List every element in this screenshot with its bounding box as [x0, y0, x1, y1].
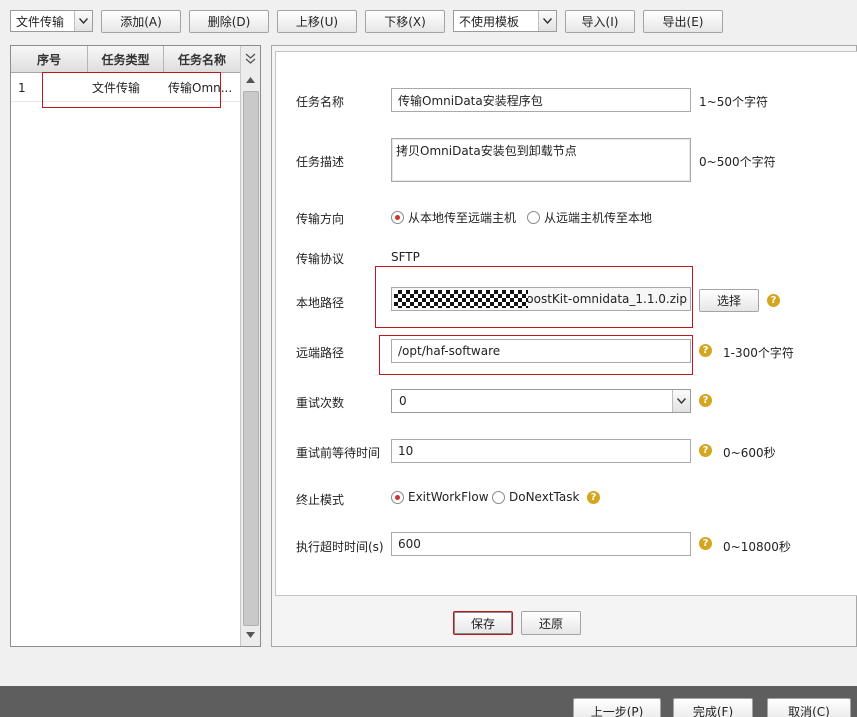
- finish-button[interactable]: 完成(F): [673, 698, 753, 717]
- retry-count-select[interactable]: 0: [391, 389, 691, 413]
- help-icon[interactable]: ?: [699, 344, 712, 357]
- retry-count-value: 0: [399, 394, 407, 408]
- stop-mode-radio-exit[interactable]: ExitWorkFlow: [391, 490, 489, 504]
- remote-path-hint: 1-300个字符: [723, 346, 794, 360]
- task-list-header: 序号 任务类型 任务名称: [11, 46, 240, 73]
- timeout-input[interactable]: 600: [391, 532, 691, 556]
- task-list-scrollbar[interactable]: [240, 46, 260, 646]
- task-desc-textarea[interactable]: 拷贝OmniData安装包到卸载节点: [391, 138, 691, 182]
- timeout-label: 执行超时时间(s): [296, 540, 384, 554]
- radio-unselected-icon[interactable]: [492, 490, 505, 504]
- radio-selected-icon[interactable]: [391, 490, 404, 504]
- stop-mode-option-label: ExitWorkFlow: [408, 490, 489, 504]
- retry-wait-input[interactable]: 10: [391, 439, 691, 463]
- task-type-select[interactable]: 文件传输: [10, 10, 93, 32]
- help-icon[interactable]: ?: [699, 394, 712, 407]
- radio-selected-icon[interactable]: [391, 211, 404, 224]
- local-path-highlight-box: [375, 266, 693, 328]
- prev-step-button[interactable]: 上一步(P): [573, 698, 661, 717]
- move-up-button[interactable]: 上移(U): [277, 10, 357, 33]
- column-header-name[interactable]: 任务名称: [164, 46, 240, 72]
- direction-label: 传输方向: [296, 212, 345, 226]
- stop-mode-label: 终止模式: [296, 493, 345, 507]
- task-list-panel: 序号 任务类型 任务名称 1 文件传输 传输Omn...: [10, 45, 261, 647]
- task-name-label: 任务名称: [296, 95, 345, 109]
- task-name-input[interactable]: 传输OmniData安装程序包: [391, 88, 691, 112]
- column-header-index[interactable]: 序号: [11, 46, 88, 72]
- protocol-value: SFTP: [391, 250, 420, 264]
- remote-path-highlight-box: [379, 335, 693, 375]
- direction-radio-remote-to-local[interactable]: 从远端主机传至本地: [527, 209, 652, 226]
- task-desc-label: 任务描述: [296, 155, 345, 169]
- column-header-type[interactable]: 任务类型: [88, 46, 164, 72]
- template-select[interactable]: 不使用模板: [453, 10, 557, 32]
- task-type-select-value: 文件传输: [16, 14, 65, 29]
- retry-count-label: 重试次数: [296, 396, 345, 410]
- row-index: 1: [18, 80, 26, 95]
- choose-file-button[interactable]: 选择: [699, 289, 759, 312]
- help-icon[interactable]: ?: [587, 491, 600, 504]
- template-select-value: 不使用模板: [459, 14, 520, 29]
- direction-option-label: 从本地传至远端主机: [408, 211, 517, 225]
- scroll-up-icon[interactable]: [241, 71, 260, 89]
- save-button[interactable]: 保存: [453, 611, 513, 635]
- task-desc-hint: 0~500个字符: [699, 155, 776, 169]
- timeout-hint: 0~10800秒: [723, 540, 791, 554]
- add-button[interactable]: 添加(A): [101, 10, 181, 33]
- scrollbar-thumb[interactable]: [243, 91, 259, 626]
- export-button[interactable]: 导出(E): [643, 10, 723, 33]
- stop-mode-radio-next[interactable]: DoNextTask: [492, 490, 579, 504]
- scroll-down-icon[interactable]: [241, 626, 260, 644]
- import-button[interactable]: 导入(I): [565, 10, 635, 33]
- row-highlight-box: [42, 72, 221, 108]
- help-icon[interactable]: ?: [767, 294, 780, 307]
- cancel-button[interactable]: 取消(C): [767, 698, 851, 717]
- stop-mode-option-label: DoNextTask: [509, 490, 580, 504]
- direction-option-label: 从远端主机传至本地: [544, 211, 653, 225]
- remote-path-label: 远端路径: [296, 346, 345, 360]
- local-path-label: 本地路径: [296, 296, 345, 310]
- chevron-down-icon[interactable]: [672, 390, 690, 412]
- protocol-label: 传输协议: [296, 252, 345, 266]
- help-icon[interactable]: ?: [699, 444, 712, 457]
- chevron-down-icon[interactable]: [74, 11, 92, 31]
- restore-button[interactable]: 还原: [521, 611, 581, 635]
- delete-button[interactable]: 删除(D): [189, 10, 269, 33]
- retry-wait-hint: 0~600秒: [723, 446, 776, 460]
- move-down-button[interactable]: 下移(X): [365, 10, 445, 33]
- task-name-hint: 1~50个字符: [699, 95, 768, 109]
- help-icon[interactable]: ?: [699, 537, 712, 550]
- chevron-down-icon[interactable]: [538, 11, 556, 31]
- radio-unselected-icon[interactable]: [527, 211, 540, 224]
- retry-wait-label: 重试前等待时间: [296, 446, 381, 460]
- collapse-down-icon[interactable]: [241, 50, 260, 68]
- direction-radio-local-to-remote[interactable]: 从本地传至远端主机: [391, 209, 516, 226]
